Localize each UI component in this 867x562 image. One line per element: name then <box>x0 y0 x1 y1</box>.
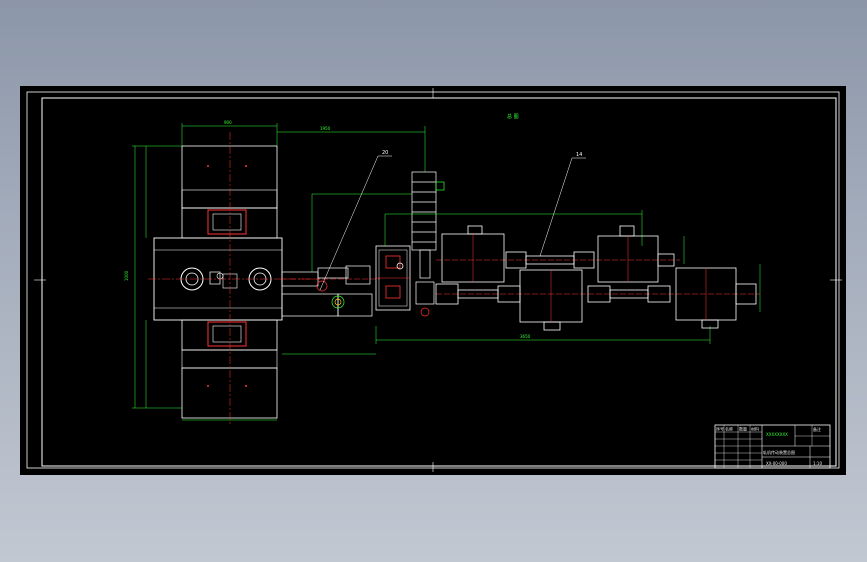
gearbox[interactable] <box>375 245 411 311</box>
motor-line-assembly[interactable] <box>435 225 760 331</box>
outer-border <box>26 91 840 469</box>
title-header-cell-4: 材料 <box>751 426 759 432</box>
title-drawing-no: XX-00-000 <box>766 461 787 466</box>
drive-shaft-assembly[interactable] <box>281 265 380 317</box>
title-company: XXXXXXXX <box>766 432 788 437</box>
title-header-cell-2: 名称 <box>725 426 733 432</box>
dim-bottom-span: 3650 <box>520 334 531 339</box>
inner-border <box>41 97 837 467</box>
title-header-cell-1: 序号 <box>716 426 724 432</box>
title-scale: 1:10 <box>813 461 822 466</box>
vertical-coupling-column[interactable] <box>411 171 445 317</box>
dim-top-overall: 1950 <box>320 126 331 131</box>
dim-left-height: 1000 <box>124 270 129 281</box>
title-header-cell-3: 数量 <box>739 426 747 432</box>
callout-20: 20 <box>382 150 388 156</box>
callout-14: 14 <box>576 152 582 158</box>
title-drawing-name: 轧机传动装置总图 <box>763 449 795 455</box>
cad-drawing-canvas[interactable]: 总 图 900 1000 1950 3650 20 14 序号 名称 数量 材料… <box>20 86 846 475</box>
cad-drawing-sheet: 总 图 900 1000 1950 3650 20 14 序号 名称 数量 材料… <box>20 86 846 475</box>
title-header-cell-5: 备注 <box>813 426 821 432</box>
dim-top-width: 900 <box>224 120 232 125</box>
sheet-label: 总 图 <box>507 113 519 120</box>
title-block[interactable]: 序号 名称 数量 材料 备注 XXXXXXXX 轧机传动装置总图 XX-00-0… <box>714 424 831 469</box>
